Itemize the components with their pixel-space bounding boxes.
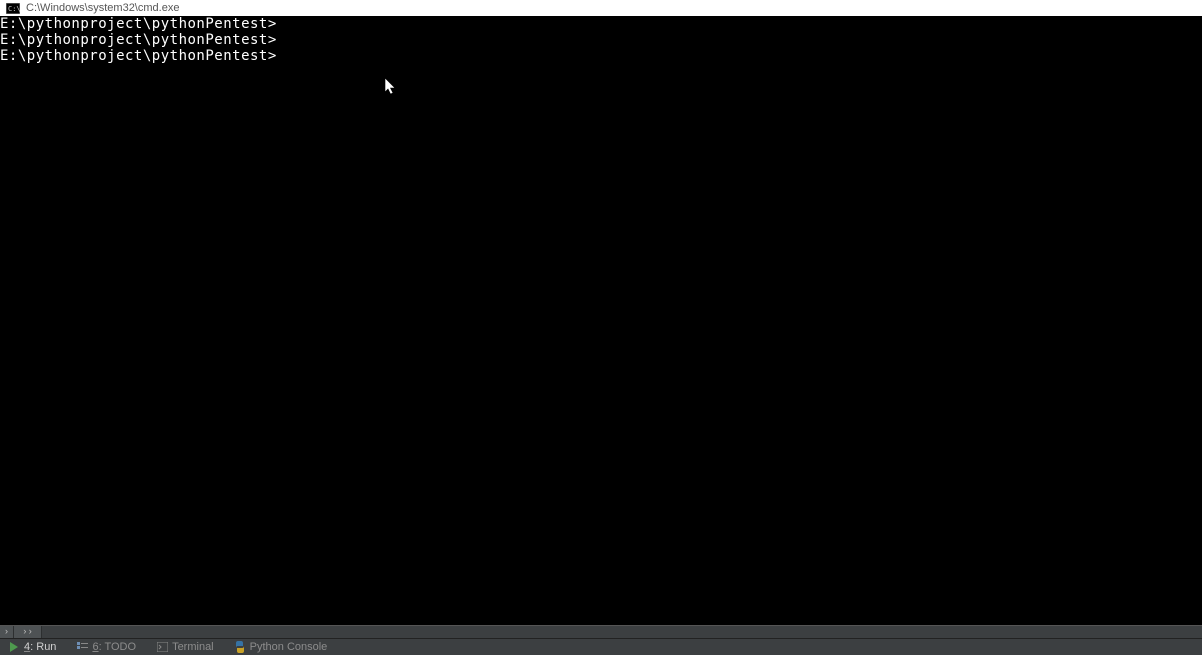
terminal-line: E:\pythonproject\pythonPentest> (0, 48, 1202, 64)
terminal-label: Terminal (172, 641, 214, 653)
toolwindow-tabstrip: › ›› (0, 625, 1202, 639)
mouse-cursor-icon (385, 78, 397, 96)
todo-toolwindow-button[interactable]: 6: TODO (74, 639, 138, 655)
todo-list-icon (76, 641, 88, 653)
window-title: C:\Windows\system32\cmd.exe (26, 2, 179, 14)
terminal-line: E:\pythonproject\pythonPentest> (0, 16, 1202, 32)
toolwindow-collapse-1[interactable]: › (0, 626, 14, 638)
python-icon (234, 641, 246, 653)
cmd-icon: C:\ (6, 2, 20, 14)
ide-bottom-toolbar: 4: Run 6: TODO Terminal (0, 639, 1202, 655)
terminal-output[interactable]: E:\pythonproject\pythonPentest> E:\pytho… (0, 16, 1202, 625)
todo-label: TODO (104, 641, 136, 653)
terminal-icon (156, 641, 168, 653)
chevron-right-icon: › (4, 627, 9, 637)
svg-text:C:\: C:\ (8, 5, 20, 13)
toolwindow-collapse-2[interactable]: ›› (14, 626, 42, 638)
run-play-icon (8, 641, 20, 653)
window-titlebar: C:\ C:\Windows\system32\cmd.exe (0, 0, 1202, 16)
python-console-label: Python Console (250, 641, 328, 653)
run-toolwindow-button[interactable]: 4: Run (6, 639, 58, 655)
python-console-toolwindow-button[interactable]: Python Console (232, 639, 330, 655)
chevron-double-right-icon: ›› (22, 627, 33, 637)
terminal-toolwindow-button[interactable]: Terminal (154, 639, 216, 655)
terminal-line: E:\pythonproject\pythonPentest> (0, 32, 1202, 48)
run-label: Run (36, 641, 56, 653)
